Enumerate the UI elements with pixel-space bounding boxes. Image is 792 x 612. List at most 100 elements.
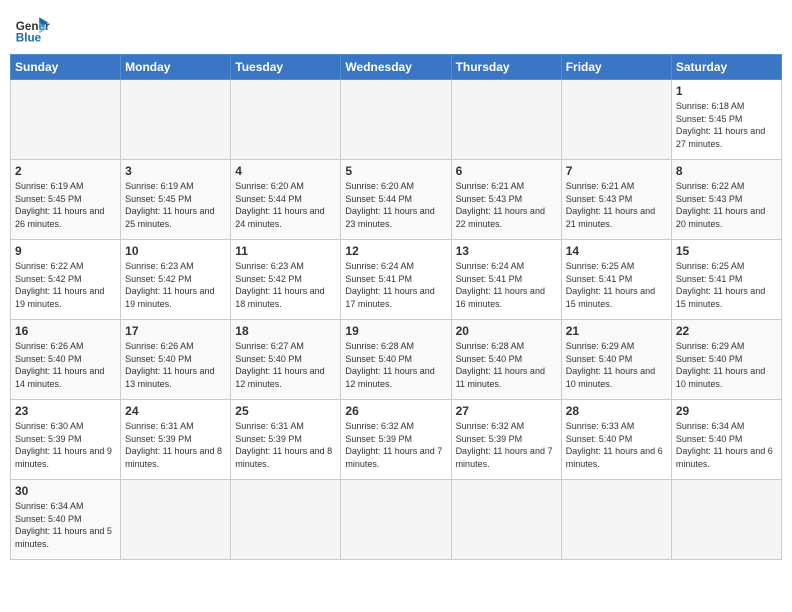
day-number: 10	[125, 244, 226, 258]
day-info: Sunrise: 6:34 AM Sunset: 5:40 PM Dayligh…	[676, 420, 777, 470]
calendar-cell: 30 Sunrise: 6:34 AM Sunset: 5:40 PM Dayli…	[11, 480, 121, 560]
day-info: Sunrise: 6:20 AM Sunset: 5:44 PM Dayligh…	[235, 180, 336, 230]
calendar-cell: 26 Sunrise: 6:32 AM Sunset: 5:39 PM Dayli…	[341, 400, 451, 480]
day-info: Sunrise: 6:28 AM Sunset: 5:40 PM Dayligh…	[456, 340, 557, 390]
day-info: Sunrise: 6:32 AM Sunset: 5:39 PM Dayligh…	[456, 420, 557, 470]
calendar-cell: 11 Sunrise: 6:23 AM Sunset: 5:42 PM Dayli…	[231, 240, 341, 320]
day-number: 9	[15, 244, 116, 258]
day-info: Sunrise: 6:27 AM Sunset: 5:40 PM Dayligh…	[235, 340, 336, 390]
calendar-header: SundayMondayTuesdayWednesdayThursdayFrid…	[11, 55, 782, 80]
calendar-cell: 21Sunrise: 6:29 AM Sunset: 5:40 PM Dayli…	[561, 320, 671, 400]
day-info: Sunrise: 6:31 AM Sunset: 5:39 PM Dayligh…	[125, 420, 226, 470]
calendar-cell: 14Sunrise: 6:25 AM Sunset: 5:41 PM Dayli…	[561, 240, 671, 320]
calendar-cell	[231, 480, 341, 560]
day-number: 20	[456, 324, 557, 338]
day-info: Sunrise: 6:31 AM Sunset: 5:39 PM Dayligh…	[235, 420, 336, 470]
calendar-cell: 27 Sunrise: 6:32 AM Sunset: 5:39 PM Dayli…	[451, 400, 561, 480]
day-number: 7	[566, 164, 667, 178]
week-row-5: 23 Sunrise: 6:30 AM Sunset: 5:39 PM Dayli…	[11, 400, 782, 480]
day-info: Sunrise: 6:33 AM Sunset: 5:40 PM Dayligh…	[566, 420, 667, 470]
calendar-cell	[341, 80, 451, 160]
calendar-cell: 10 Sunrise: 6:23 AM Sunset: 5:42 PM Dayli…	[121, 240, 231, 320]
day-info: Sunrise: 6:18 AM Sunset: 5:45 PM Dayligh…	[676, 100, 777, 150]
calendar-cell: 23 Sunrise: 6:30 AM Sunset: 5:39 PM Dayli…	[11, 400, 121, 480]
calendar-cell: 25 Sunrise: 6:31 AM Sunset: 5:39 PM Dayli…	[231, 400, 341, 480]
day-number: 5	[345, 164, 446, 178]
day-info: Sunrise: 6:26 AM Sunset: 5:40 PM Dayligh…	[125, 340, 226, 390]
day-number: 28	[566, 404, 667, 418]
calendar-cell: 24Sunrise: 6:31 AM Sunset: 5:39 PM Dayli…	[121, 400, 231, 480]
day-number: 15	[676, 244, 777, 258]
calendar-cell: 1 Sunrise: 6:18 AM Sunset: 5:45 PM Daylig…	[671, 80, 781, 160]
calendar-cell: 5Sunrise: 6:20 AM Sunset: 5:44 PM Daylig…	[341, 160, 451, 240]
calendar-cell	[121, 480, 231, 560]
calendar-cell	[11, 80, 121, 160]
calendar-cell: 16Sunrise: 6:26 AM Sunset: 5:40 PM Dayli…	[11, 320, 121, 400]
week-row-3: 9Sunrise: 6:22 AM Sunset: 5:42 PM Daylig…	[11, 240, 782, 320]
weekday-header-monday: Monday	[121, 55, 231, 80]
calendar-cell	[561, 480, 671, 560]
day-number: 1	[676, 84, 777, 98]
day-number: 8	[676, 164, 777, 178]
calendar-cell: 28 Sunrise: 6:33 AM Sunset: 5:40 PM Dayli…	[561, 400, 671, 480]
day-info: Sunrise: 6:19 AM Sunset: 5:45 PM Dayligh…	[125, 180, 226, 230]
calendar-body: 1 Sunrise: 6:18 AM Sunset: 5:45 PM Daylig…	[11, 80, 782, 560]
day-info: Sunrise: 6:21 AM Sunset: 5:43 PM Dayligh…	[456, 180, 557, 230]
calendar-cell: 9Sunrise: 6:22 AM Sunset: 5:42 PM Daylig…	[11, 240, 121, 320]
day-number: 27	[456, 404, 557, 418]
day-info: Sunrise: 6:21 AM Sunset: 5:43 PM Dayligh…	[566, 180, 667, 230]
calendar-cell: 2Sunrise: 6:19 AM Sunset: 5:45 PM Daylig…	[11, 160, 121, 240]
day-info: Sunrise: 6:30 AM Sunset: 5:39 PM Dayligh…	[15, 420, 116, 470]
day-info: Sunrise: 6:23 AM Sunset: 5:42 PM Dayligh…	[235, 260, 336, 310]
day-number: 30	[15, 484, 116, 498]
week-row-1: 1 Sunrise: 6:18 AM Sunset: 5:45 PM Daylig…	[11, 80, 782, 160]
week-row-6: 30 Sunrise: 6:34 AM Sunset: 5:40 PM Dayli…	[11, 480, 782, 560]
day-info: Sunrise: 6:28 AM Sunset: 5:40 PM Dayligh…	[345, 340, 446, 390]
calendar-cell: 19 Sunrise: 6:28 AM Sunset: 5:40 PM Dayli…	[341, 320, 451, 400]
calendar-cell: 7 Sunrise: 6:21 AM Sunset: 5:43 PM Daylig…	[561, 160, 671, 240]
svg-text:Blue: Blue	[16, 32, 42, 45]
calendar-cell	[671, 480, 781, 560]
calendar-cell: 8Sunrise: 6:22 AM Sunset: 5:43 PM Daylig…	[671, 160, 781, 240]
day-number: 19	[345, 324, 446, 338]
day-number: 18	[235, 324, 336, 338]
day-number: 23	[15, 404, 116, 418]
weekday-header-wednesday: Wednesday	[341, 55, 451, 80]
day-number: 25	[235, 404, 336, 418]
calendar-cell: 13 Sunrise: 6:24 AM Sunset: 5:41 PM Dayli…	[451, 240, 561, 320]
calendar: SundayMondayTuesdayWednesdayThursdayFrid…	[10, 54, 782, 560]
calendar-cell: 4Sunrise: 6:20 AM Sunset: 5:44 PM Daylig…	[231, 160, 341, 240]
day-number: 2	[15, 164, 116, 178]
logo-icon: General Blue	[14, 10, 50, 46]
calendar-cell: 29Sunrise: 6:34 AM Sunset: 5:40 PM Dayli…	[671, 400, 781, 480]
page-header: General Blue	[10, 10, 782, 46]
weekday-header-friday: Friday	[561, 55, 671, 80]
calendar-cell: 3 Sunrise: 6:19 AM Sunset: 5:45 PM Daylig…	[121, 160, 231, 240]
day-info: Sunrise: 6:29 AM Sunset: 5:40 PM Dayligh…	[566, 340, 667, 390]
day-number: 6	[456, 164, 557, 178]
day-info: Sunrise: 6:23 AM Sunset: 5:42 PM Dayligh…	[125, 260, 226, 310]
day-number: 11	[235, 244, 336, 258]
week-row-2: 2 Sunrise: 6:19 AM Sunset: 5:45 PM Daylig…	[11, 160, 782, 240]
day-number: 17	[125, 324, 226, 338]
day-info: Sunrise: 6:32 AM Sunset: 5:39 PM Dayligh…	[345, 420, 446, 470]
day-info: Sunrise: 6:34 AM Sunset: 5:40 PM Dayligh…	[15, 500, 116, 550]
day-number: 3	[125, 164, 226, 178]
calendar-cell	[561, 80, 671, 160]
weekday-header-tuesday: Tuesday	[231, 55, 341, 80]
weekday-header-saturday: Saturday	[671, 55, 781, 80]
calendar-cell: 15Sunrise: 6:25 AM Sunset: 5:41 PM Dayli…	[671, 240, 781, 320]
day-info: Sunrise: 6:24 AM Sunset: 5:41 PM Dayligh…	[456, 260, 557, 310]
calendar-cell	[451, 480, 561, 560]
day-number: 26	[345, 404, 446, 418]
weekday-header-thursday: Thursday	[451, 55, 561, 80]
calendar-cell	[341, 480, 451, 560]
week-row-4: 16 Sunrise: 6:26 AM Sunset: 5:40 PM Dayli…	[11, 320, 782, 400]
calendar-cell: 6 Sunrise: 6:21 AM Sunset: 5:43 PM Daylig…	[451, 160, 561, 240]
calendar-cell	[121, 80, 231, 160]
weekday-header-sunday: Sunday	[11, 55, 121, 80]
day-number: 12	[345, 244, 446, 258]
day-number: 13	[456, 244, 557, 258]
day-number: 16	[15, 324, 116, 338]
calendar-cell	[231, 80, 341, 160]
